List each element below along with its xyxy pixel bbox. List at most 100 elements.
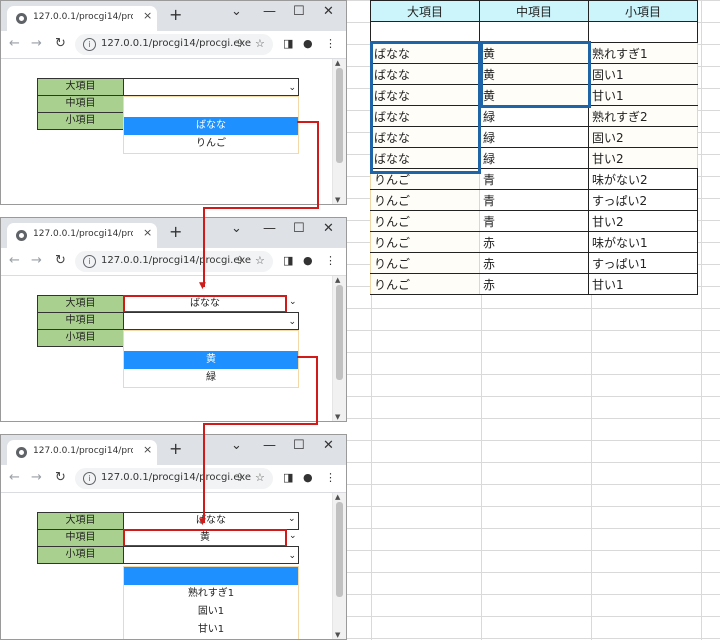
- minimize-button[interactable]: —: [263, 438, 276, 453]
- back-arrow-icon[interactable]: ←: [9, 253, 20, 268]
- address-bar[interactable]: i 127.0.0.1/procgi14/procgi.exe ⇪ ☆: [75, 468, 273, 489]
- close-window-button[interactable]: ✕: [323, 221, 334, 236]
- maximize-button[interactable]: ☐: [293, 221, 305, 236]
- minimize-button[interactable]: —: [263, 221, 276, 236]
- cell[interactable]: 味がない2: [588, 168, 698, 190]
- more-menu-icon[interactable]: ⋮: [325, 471, 336, 484]
- scroll-up-icon[interactable]: ▲: [335, 276, 340, 284]
- side-panel-icon[interactable]: ◨: [283, 254, 293, 267]
- back-arrow-icon[interactable]: ←: [9, 36, 20, 51]
- cell[interactable]: 青: [479, 168, 589, 190]
- select-middle[interactable]: 黄: [123, 529, 287, 547]
- profile-icon[interactable]: ●: [303, 254, 313, 267]
- cell[interactable]: りんご: [370, 252, 480, 274]
- close-window-button[interactable]: ✕: [323, 438, 334, 453]
- new-tab-button[interactable]: +: [169, 439, 182, 458]
- scroll-down-icon[interactable]: ▼: [335, 413, 340, 421]
- browser-tab[interactable]: 127.0.0.1/procgi14/procgi.exe ×: [7, 223, 157, 248]
- tab-close-icon[interactable]: ×: [143, 443, 152, 456]
- profile-icon[interactable]: ●: [303, 37, 313, 50]
- tab-search-icon[interactable]: ⌄: [231, 438, 242, 453]
- dropdown-option[interactable]: ばなな: [124, 117, 298, 135]
- reload-icon[interactable]: ↻: [55, 253, 66, 268]
- browser-tab[interactable]: 127.0.0.1/procgi14/procgi.exe ×: [7, 440, 157, 465]
- cell[interactable]: 固い1: [588, 63, 698, 85]
- dropdown-option[interactable]: りんご: [124, 135, 298, 153]
- address-bar[interactable]: i 127.0.0.1/procgi14/procgi.exe ⇪ ☆: [75, 251, 273, 272]
- side-panel-icon[interactable]: ◨: [283, 471, 293, 484]
- reload-icon[interactable]: ↻: [55, 470, 66, 485]
- more-menu-icon[interactable]: ⋮: [325, 37, 336, 50]
- scrollbar[interactable]: ▲ ▼: [332, 493, 346, 639]
- back-arrow-icon[interactable]: ←: [9, 470, 20, 485]
- cell[interactable]: りんご: [370, 189, 480, 211]
- dropdown-option[interactable]: [124, 331, 298, 351]
- dropdown-option[interactable]: 甘い1: [124, 621, 298, 639]
- header-cell[interactable]: 大項目: [370, 0, 480, 22]
- share-icon[interactable]: ⇪: [235, 471, 244, 484]
- scroll-thumb[interactable]: [336, 285, 343, 380]
- cell[interactable]: 赤: [479, 273, 589, 295]
- cell[interactable]: 熟れすぎ1: [588, 42, 698, 64]
- select-minor[interactable]: ⌄: [123, 546, 299, 564]
- cell[interactable]: 甘い1: [588, 273, 698, 295]
- scrollbar[interactable]: ▲ ▼: [332, 59, 346, 204]
- cell[interactable]: 青: [479, 210, 589, 232]
- browser-tab[interactable]: 127.0.0.1/procgi14/procgi.exe ×: [7, 6, 157, 31]
- scroll-thumb[interactable]: [336, 502, 343, 597]
- scroll-up-icon[interactable]: ▲: [335, 59, 340, 67]
- cell[interactable]: 緑: [479, 105, 589, 127]
- cell[interactable]: 味がない1: [588, 231, 698, 253]
- tab-search-icon[interactable]: ⌄: [231, 4, 242, 19]
- bookmark-star-icon[interactable]: ☆: [255, 37, 265, 50]
- scrollbar[interactable]: ▲ ▼: [332, 276, 346, 421]
- dropdown-option[interactable]: 緑: [124, 369, 298, 387]
- close-window-button[interactable]: ✕: [323, 4, 334, 19]
- bookmark-star-icon[interactable]: ☆: [255, 254, 265, 267]
- cell[interactable]: りんご: [370, 231, 480, 253]
- side-panel-icon[interactable]: ◨: [283, 37, 293, 50]
- select-major[interactable]: ⌄: [123, 78, 299, 96]
- scroll-up-icon[interactable]: ▲: [335, 493, 340, 501]
- dropdown-option[interactable]: 固い1: [124, 603, 298, 621]
- cell[interactable]: [370, 21, 480, 43]
- select-major[interactable]: ばなな: [123, 512, 299, 530]
- info-icon[interactable]: i: [83, 38, 96, 51]
- cell[interactable]: 緑: [479, 126, 589, 148]
- address-bar[interactable]: i 127.0.0.1/procgi14/procgi.exe ⇪ ☆: [75, 34, 273, 55]
- forward-arrow-icon[interactable]: →: [31, 36, 42, 51]
- share-icon[interactable]: ⇪: [235, 37, 244, 50]
- bookmark-star-icon[interactable]: ☆: [255, 471, 265, 484]
- cell[interactable]: 甘い1: [588, 84, 698, 106]
- dropdown-option[interactable]: [124, 567, 298, 585]
- cell[interactable]: 緑: [479, 147, 589, 169]
- select-middle[interactable]: ⌄: [123, 312, 299, 330]
- cell[interactable]: 甘い2: [588, 147, 698, 169]
- tab-close-icon[interactable]: ×: [143, 9, 152, 22]
- profile-icon[interactable]: ●: [303, 471, 313, 484]
- dropdown-option[interactable]: 熟れすぎ1: [124, 585, 298, 603]
- cell[interactable]: 青: [479, 189, 589, 211]
- more-menu-icon[interactable]: ⋮: [325, 254, 336, 267]
- cell[interactable]: [588, 21, 698, 43]
- cell[interactable]: 甘い2: [588, 210, 698, 232]
- cell[interactable]: 赤: [479, 231, 589, 253]
- scroll-down-icon[interactable]: ▼: [335, 631, 340, 639]
- header-cell[interactable]: 中項目: [479, 0, 589, 22]
- forward-arrow-icon[interactable]: →: [31, 470, 42, 485]
- tab-search-icon[interactable]: ⌄: [231, 221, 242, 236]
- header-cell[interactable]: 小項目: [588, 0, 698, 22]
- forward-arrow-icon[interactable]: →: [31, 253, 42, 268]
- minimize-button[interactable]: —: [263, 4, 276, 19]
- cell[interactable]: 赤: [479, 252, 589, 274]
- cell[interactable]: すっぱい1: [588, 252, 698, 274]
- cell[interactable]: りんご: [370, 210, 480, 232]
- share-icon[interactable]: ⇪: [235, 254, 244, 267]
- cell[interactable]: 熟れすぎ2: [588, 105, 698, 127]
- dropdown-option[interactable]: 黄: [124, 351, 298, 369]
- dropdown-option[interactable]: [124, 97, 298, 117]
- cell[interactable]: りんご: [370, 273, 480, 295]
- info-icon[interactable]: i: [83, 255, 96, 268]
- new-tab-button[interactable]: +: [169, 5, 182, 24]
- scroll-down-icon[interactable]: ▼: [335, 196, 340, 204]
